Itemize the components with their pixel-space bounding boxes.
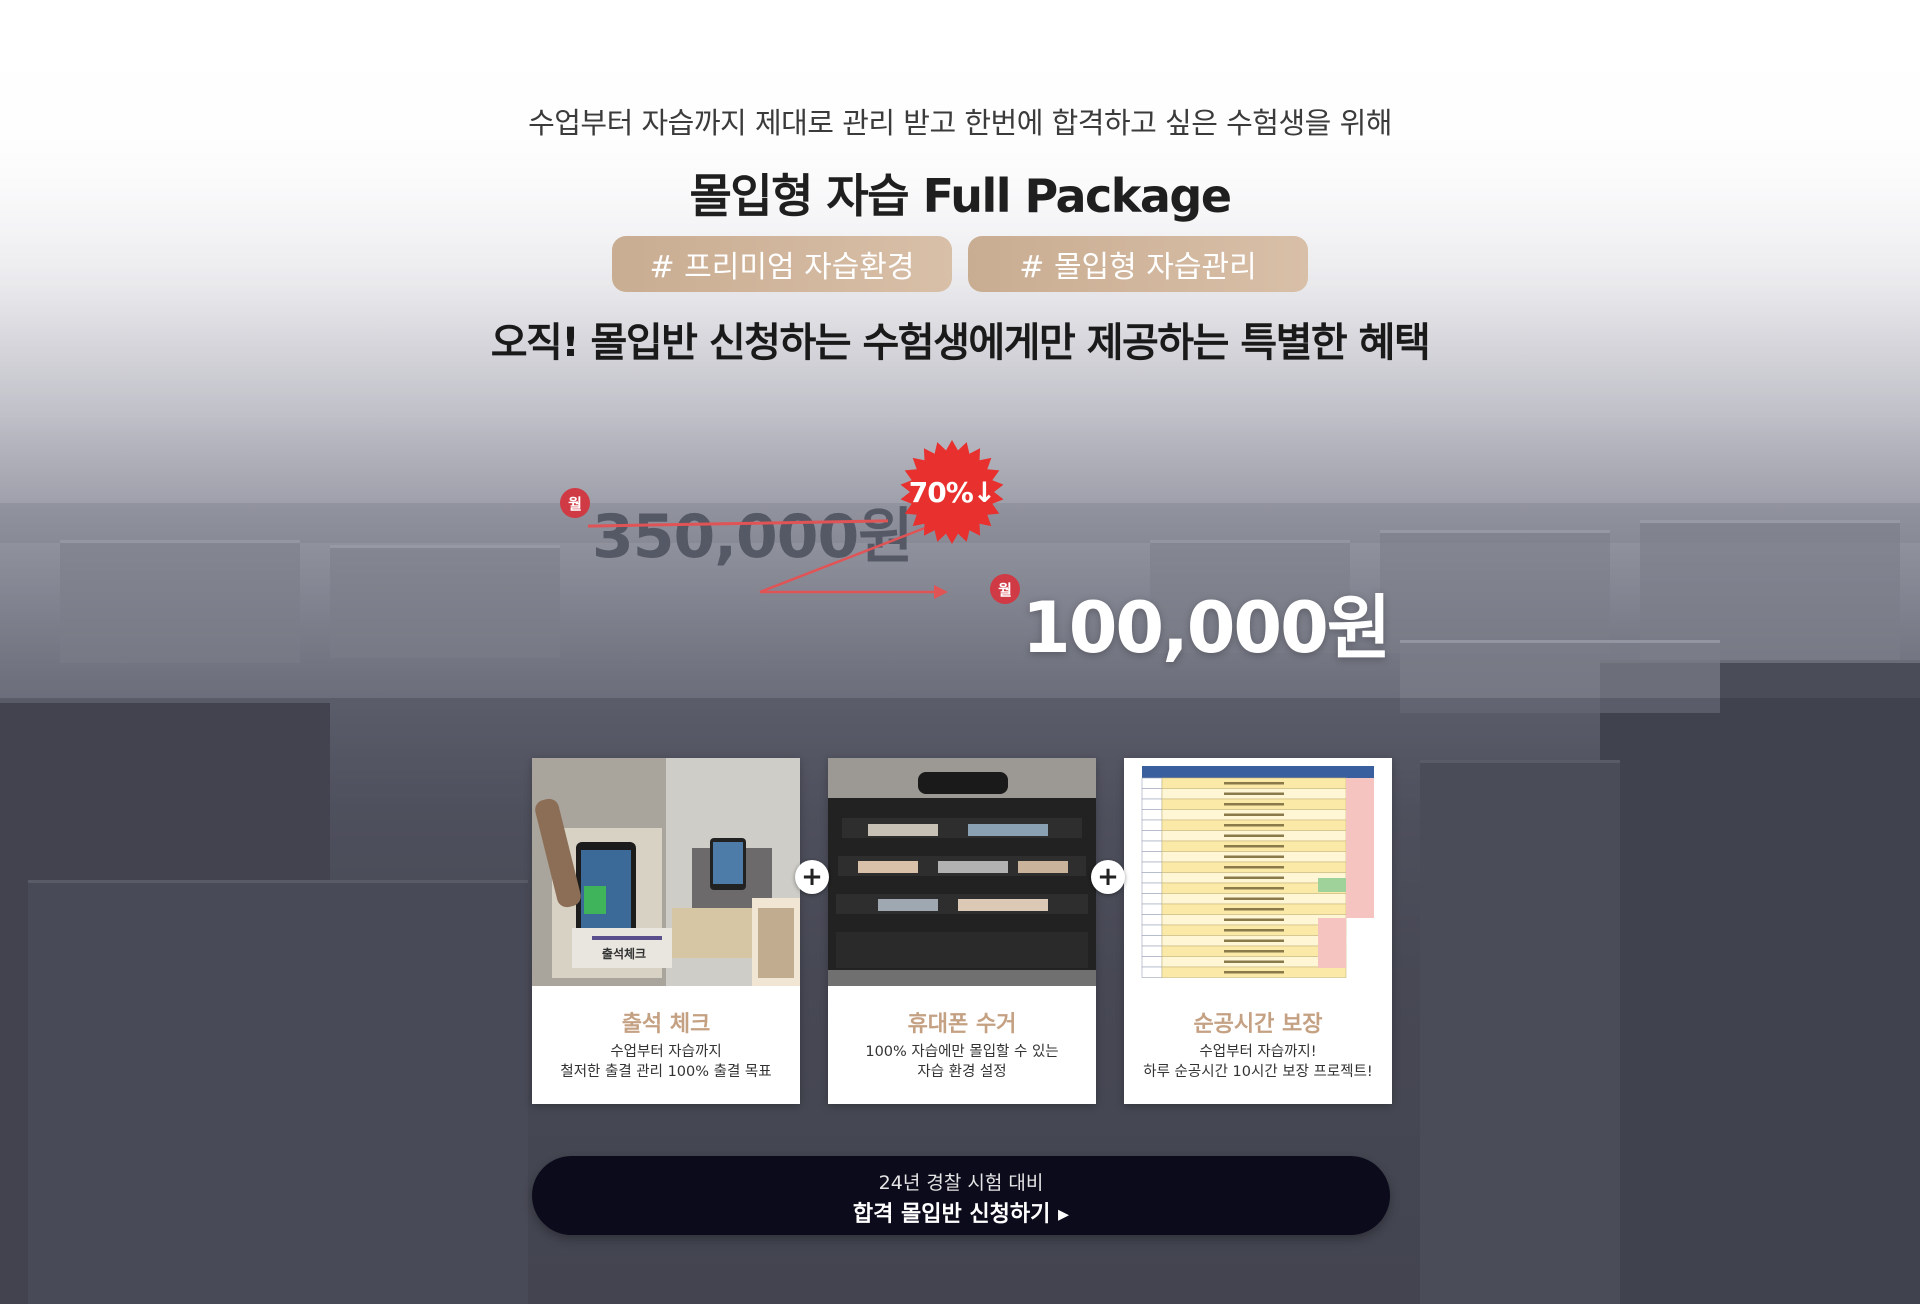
- feature-desc-study-time: 수업부터 자습까지! 하루 순공시간 10시간 보장 프로젝트!: [1143, 1044, 1373, 1080]
- feature-desc-attendance: 수업부터 자습까지 철저한 출결 관리 100% 출결 목표: [560, 1044, 772, 1080]
- apply-button-label: 합격 몰입반 신청하기 ▸: [852, 1202, 1070, 1227]
- page-title: 몰입형 자습 Full Package: [689, 169, 1232, 223]
- feature-title-study-time: 순공시간 보장: [1193, 1012, 1323, 1037]
- feature-title-phone-collection: 휴대폰 수거: [907, 1012, 1017, 1037]
- plus-icon: +: [795, 860, 829, 894]
- new-price: 100,000원: [1022, 587, 1391, 669]
- feature-card-study-time: 순공시간 보장 수업부터 자습까지! 하루 순공시간 10시간 보장 프로젝트!: [1124, 758, 1392, 1104]
- apply-button-subtitle: 24년 경찰 시험 대비: [878, 1172, 1044, 1194]
- new-price-monthly-badge: 월: [990, 574, 1020, 604]
- feature-cards: 출석체크 출석 체크 수업부터 자습까지 철저한 출결 관리 100% 출결 목…: [532, 758, 1392, 1106]
- study-schedule-table-image: [1124, 758, 1392, 986]
- benefit-headline: 오직! 몰입반 신청하는 수험생에게만 제공하는 특별한 혜택: [490, 320, 1431, 366]
- apply-button[interactable]: 24년 경찰 시험 대비 합격 몰입반 신청하기 ▸: [532, 1156, 1390, 1235]
- feature-card-phone-collection: 휴대폰 수거 100% 자습에만 몰입할 수 있는 자습 환경 설정: [828, 758, 1096, 1104]
- page-subtitle: 수업부터 자습까지 제대로 관리 받고 한번에 합격하고 싶은 수험생을 위해: [528, 106, 1392, 140]
- feature-card-attendance: 출석체크 출석 체크 수업부터 자습까지 철저한 출결 관리 100% 출결 목…: [532, 758, 800, 1104]
- old-price: 350,000원: [592, 502, 913, 572]
- tag-immersive-management: # 몰입형 자습관리: [968, 236, 1308, 292]
- tag-list: # 프리미엄 자습환경 # 몰입형 자습관리: [0, 236, 1920, 292]
- feature-title-attendance: 출석 체크: [621, 1012, 711, 1037]
- feature-desc-phone-collection: 100% 자습에만 몰입할 수 있는 자습 환경 설정: [865, 1044, 1059, 1080]
- attendance-photo: 출석체크: [532, 758, 800, 986]
- phone-collection-photo: [828, 758, 1096, 986]
- discount-label: 70%↓: [908, 475, 996, 509]
- tag-premium-environment: # 프리미엄 자습환경: [612, 236, 952, 292]
- attendance-sign-label: 출석체크: [602, 946, 646, 961]
- plus-icon: +: [1091, 860, 1125, 894]
- old-price-monthly-badge: 월: [560, 488, 590, 518]
